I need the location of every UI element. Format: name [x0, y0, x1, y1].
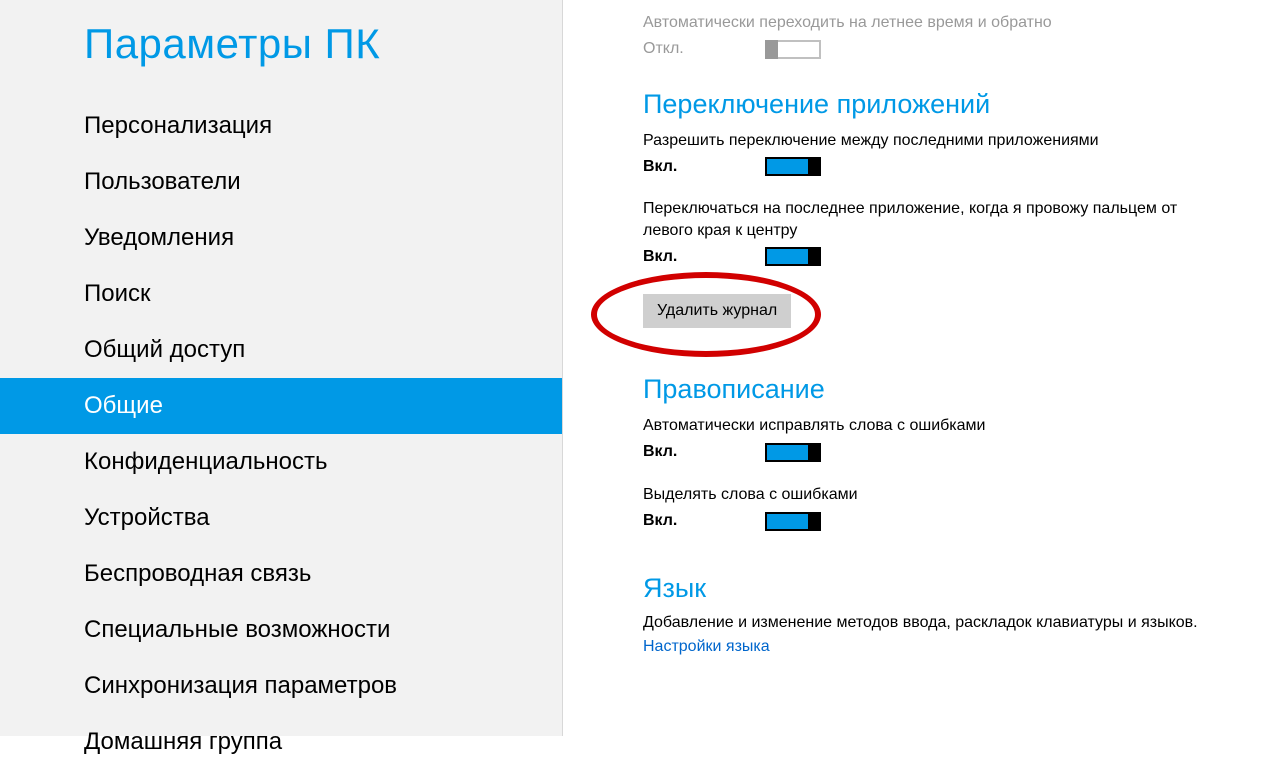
sidebar-item-search[interactable]: Поиск — [0, 266, 562, 322]
toggle-autocorrect[interactable] — [765, 443, 821, 462]
setting-allow-recent-state: Вкл. — [643, 158, 693, 176]
sidebar: Параметры ПК Персонализация Пользователи… — [0, 0, 563, 736]
setting-highlight-errors-state: Вкл. — [643, 512, 693, 530]
setting-dst: Автоматически переходить на летнее время… — [643, 12, 1227, 59]
toggle-allow-recent[interactable] — [765, 157, 821, 176]
setting-swipe-last-app-desc: Переключаться на последнее приложение, к… — [643, 198, 1227, 241]
setting-allow-recent-desc: Разрешить переключение между последними … — [643, 130, 1227, 152]
setting-autocorrect-state: Вкл. — [643, 443, 693, 461]
sidebar-item-users[interactable]: Пользователи — [0, 154, 562, 210]
sidebar-item-notifications[interactable]: Уведомления — [0, 210, 562, 266]
delete-history-button[interactable]: Удалить журнал — [643, 294, 791, 328]
sidebar-item-wireless[interactable]: Беспроводная связь — [0, 546, 562, 602]
sidebar-item-privacy[interactable]: Конфиденциальность — [0, 434, 562, 490]
section-language: Язык Добавление и изменение методов ввод… — [643, 573, 1227, 656]
setting-allow-recent: Разрешить переключение между последними … — [643, 130, 1227, 177]
setting-dst-desc: Автоматически переходить на летнее время… — [643, 12, 1227, 34]
section-spelling: Правописание Автоматически исправлять сл… — [643, 374, 1227, 530]
setting-dst-state: Откл. — [643, 40, 693, 58]
setting-autocorrect: Автоматически исправлять слова с ошибкам… — [643, 415, 1227, 462]
section-title-language: Язык — [643, 573, 1227, 604]
setting-highlight-errors: Выделять слова с ошибками Вкл. — [643, 484, 1227, 531]
setting-swipe-last-app: Переключаться на последнее приложение, к… — [643, 198, 1227, 266]
language-settings-link[interactable]: Настройки языка — [643, 638, 770, 656]
sidebar-item-sync[interactable]: Синхронизация параметров — [0, 658, 562, 714]
sidebar-item-homegroup[interactable]: Домашняя группа — [0, 714, 562, 770]
main-content: Автоматически переходить на летнее время… — [563, 0, 1277, 736]
sidebar-title: Параметры ПК — [0, 12, 562, 98]
sidebar-item-general[interactable]: Общие — [0, 378, 562, 434]
setting-autocorrect-desc: Автоматически исправлять слова с ошибкам… — [643, 415, 1227, 437]
sidebar-item-sharing[interactable]: Общий доступ — [0, 322, 562, 378]
section-title-app-switching: Переключение приложений — [643, 89, 1227, 120]
sidebar-item-accessibility[interactable]: Специальные возможности — [0, 602, 562, 658]
toggle-dst[interactable] — [765, 40, 821, 59]
toggle-swipe-last-app[interactable] — [765, 247, 821, 266]
section-title-spelling: Правописание — [643, 374, 1227, 405]
language-desc: Добавление и изменение методов ввода, ра… — [643, 614, 1227, 632]
sidebar-item-devices[interactable]: Устройства — [0, 490, 562, 546]
toggle-highlight-errors[interactable] — [765, 512, 821, 531]
section-app-switching: Переключение приложений Разрешить перекл… — [643, 89, 1227, 345]
sidebar-item-personalization[interactable]: Персонализация — [0, 98, 562, 154]
setting-highlight-errors-desc: Выделять слова с ошибками — [643, 484, 1227, 506]
setting-swipe-last-app-state: Вкл. — [643, 248, 693, 266]
